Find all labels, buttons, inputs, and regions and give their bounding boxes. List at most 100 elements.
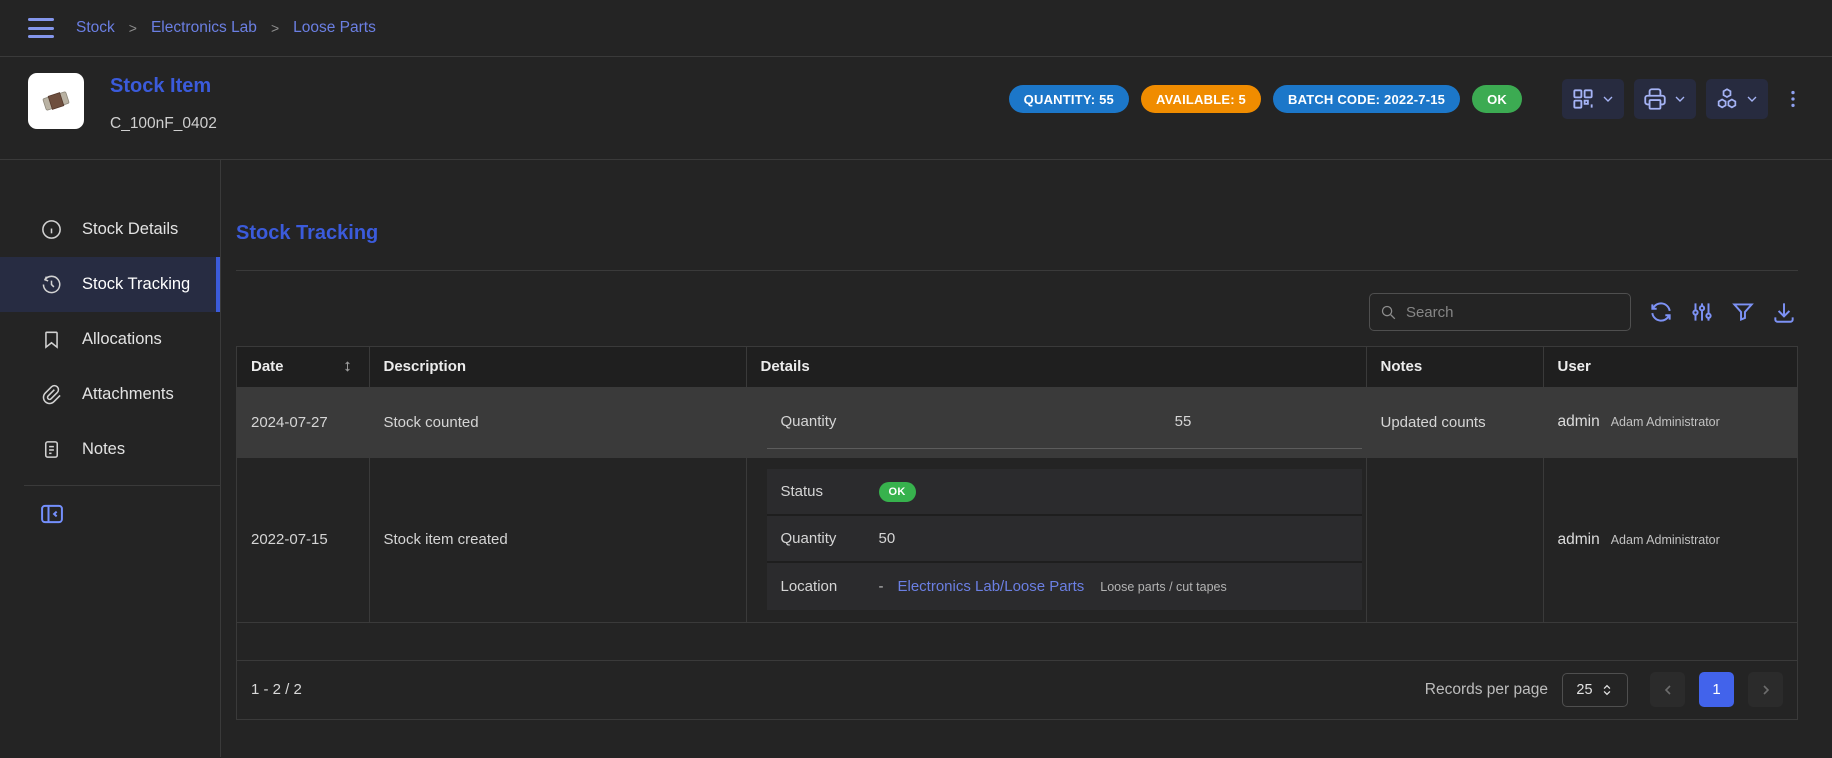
- topbar: Stock > Electronics Lab > Loose Parts: [0, 0, 1832, 57]
- detail-label: Location: [767, 578, 879, 595]
- main-panel: Stock Tracking: [221, 160, 1832, 757]
- column-header-user: User: [1543, 347, 1797, 387]
- sidebar-item-allocations[interactable]: Allocations: [0, 312, 220, 367]
- cell-details: Quantity 55: [746, 387, 1366, 457]
- location-dash: -: [879, 578, 884, 595]
- search-icon: [1380, 303, 1397, 322]
- stock-item-thumbnail[interactable]: [28, 73, 84, 129]
- paperclip-icon: [40, 383, 63, 406]
- location-link[interactable]: Electronics Lab/Loose Parts: [898, 578, 1085, 595]
- column-header-details: Details: [746, 347, 1366, 387]
- sort-icon: [340, 359, 355, 374]
- chevron-down-icon: [1600, 91, 1616, 107]
- user-fullname: Adam Administrator: [1611, 533, 1720, 547]
- sidebar-item-label: Stock Details: [82, 220, 178, 239]
- stock-tracking-table: Date Description Details Notes User: [236, 346, 1798, 720]
- record-range: 1 - 2 / 2: [251, 681, 302, 698]
- status-ok-badge: OK: [1472, 85, 1522, 113]
- records-per-page-label: Records per page: [1425, 681, 1548, 699]
- sidebar-item-stock-tracking[interactable]: Stock Tracking: [0, 257, 220, 312]
- available-badge: AVAILABLE: 5: [1141, 85, 1261, 113]
- sidebar-item-attachments[interactable]: Attachments: [0, 367, 220, 422]
- breadcrumb: Stock > Electronics Lab > Loose Parts: [76, 19, 376, 37]
- quantity-badge: QUANTITY: 55: [1009, 85, 1129, 113]
- batch-code-badge: BATCH CODE: 2022-7-15: [1273, 85, 1460, 113]
- panel-title: Stock Tracking: [236, 222, 1798, 245]
- cell-description: Stock item created: [369, 457, 746, 622]
- sidebar-item-label: Notes: [82, 440, 125, 459]
- detail-value: 50: [879, 530, 1362, 547]
- table-header-row: Date Description Details Notes User: [237, 347, 1797, 387]
- refresh-button[interactable]: [1647, 298, 1675, 326]
- username: admin: [1558, 413, 1600, 431]
- sidebar-item-stock-details[interactable]: Stock Details: [0, 202, 220, 257]
- breadcrumb-electronics-lab[interactable]: Electronics Lab: [151, 19, 257, 37]
- sidebar-collapse-icon: [38, 500, 66, 528]
- cell-notes: [1366, 457, 1543, 622]
- previous-page-button[interactable]: [1650, 672, 1685, 707]
- page-number-button[interactable]: 1: [1699, 672, 1734, 707]
- table-row[interactable]: 2024-07-27 Stock counted Quantity 55 Upd…: [237, 387, 1797, 457]
- column-header-date[interactable]: Date: [237, 347, 369, 387]
- more-options-button[interactable]: [1782, 79, 1804, 119]
- sidebar-item-label: Attachments: [82, 385, 174, 404]
- cell-date: 2022-07-15: [237, 457, 369, 622]
- table-footer: 1 - 2 / 2 Records per page 25 1: [237, 660, 1797, 719]
- sidebar: Stock Details Stock Tracking Allocations…: [0, 160, 221, 757]
- cell-description: Stock counted: [369, 387, 746, 457]
- table-row[interactable]: 2022-07-15 Stock item created Status OK …: [237, 457, 1797, 622]
- username: admin: [1558, 531, 1600, 549]
- chevron-left-icon: [1660, 682, 1676, 698]
- printer-icon: [1642, 86, 1668, 112]
- filter-icon: [1730, 299, 1756, 325]
- search-box: [1369, 293, 1631, 331]
- sidebar-item-label: Allocations: [82, 330, 162, 349]
- refresh-icon: [1648, 299, 1674, 325]
- breadcrumb-stock[interactable]: Stock: [76, 19, 115, 37]
- select-chevrons-icon: [1600, 683, 1614, 697]
- sidebar-item-label: Stock Tracking: [82, 275, 190, 294]
- detail-value: 55: [1005, 413, 1362, 430]
- stock-operations-icon: [1714, 86, 1740, 112]
- filter-button[interactable]: [1729, 298, 1757, 326]
- column-header-description: Description: [369, 347, 746, 387]
- adjustments-icon: [1689, 299, 1715, 325]
- capacitor-image: [36, 81, 76, 121]
- table-options-button[interactable]: [1688, 298, 1716, 326]
- detail-label: Quantity: [767, 530, 879, 547]
- breadcrumb-separator: >: [129, 20, 137, 36]
- notes-icon: [40, 438, 63, 461]
- download-button[interactable]: [1770, 298, 1798, 326]
- bookmark-icon: [40, 328, 63, 351]
- user-fullname: Adam Administrator: [1611, 415, 1720, 429]
- print-actions-button[interactable]: [1634, 79, 1696, 119]
- records-per-page-select[interactable]: 25: [1562, 673, 1628, 707]
- sidebar-divider: [24, 485, 220, 486]
- breadcrumb-separator: >: [271, 20, 279, 36]
- detail-label: Status: [767, 483, 879, 500]
- barcode-actions-button[interactable]: [1562, 79, 1624, 119]
- history-icon: [40, 273, 63, 296]
- hamburger-menu-icon[interactable]: [28, 18, 54, 38]
- download-icon: [1771, 299, 1797, 325]
- sidebar-item-notes[interactable]: Notes: [0, 422, 220, 477]
- status-ok-pill: OK: [879, 482, 916, 502]
- page-title: Stock Item: [110, 75, 217, 98]
- location-description: Loose parts / cut tapes: [1100, 580, 1226, 594]
- search-input[interactable]: [1406, 304, 1620, 321]
- next-page-button[interactable]: [1748, 672, 1783, 707]
- dots-vertical-icon: [1782, 88, 1804, 110]
- qrcode-icon: [1570, 86, 1596, 112]
- cell-user: admin Adam Administrator: [1543, 387, 1797, 457]
- detail-label: Quantity: [767, 413, 1005, 430]
- sidebar-collapse-button[interactable]: [38, 500, 66, 528]
- cell-notes: Updated counts: [1366, 387, 1543, 457]
- stock-operations-button[interactable]: [1706, 79, 1768, 119]
- info-icon: [40, 218, 63, 241]
- breadcrumb-loose-parts[interactable]: Loose Parts: [293, 19, 376, 37]
- heading-divider: [236, 270, 1798, 271]
- cell-details: Status OK Quantity 50 Location: [746, 457, 1366, 622]
- column-header-notes: Notes: [1366, 347, 1543, 387]
- stock-item-name: C_100nF_0402: [110, 115, 217, 133]
- cell-user: admin Adam Administrator: [1543, 457, 1797, 622]
